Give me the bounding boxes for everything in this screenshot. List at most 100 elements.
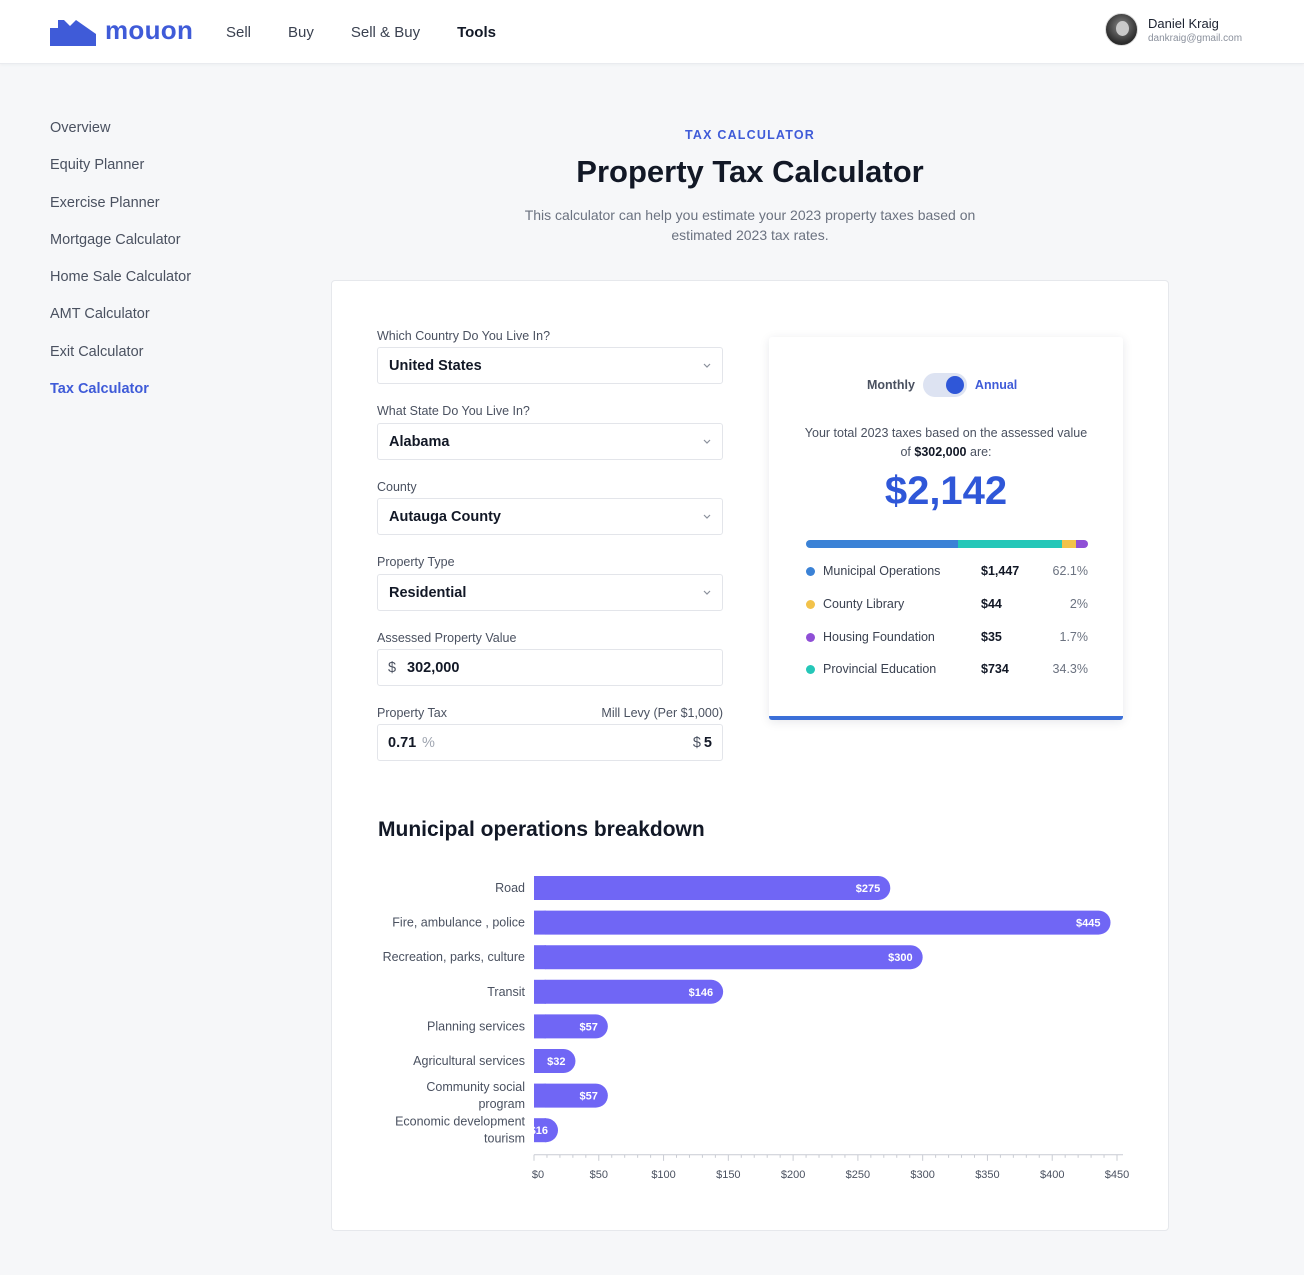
sidebar-item-exit-calculator[interactable]: Exit Calculator bbox=[50, 343, 191, 380]
chevron-down-icon bbox=[703, 363, 711, 368]
breakdown-percent: 2% bbox=[1069, 597, 1088, 611]
sidebar-item-tax-calculator[interactable]: Tax Calculator bbox=[50, 380, 191, 417]
monthly-label[interactable]: Monthly bbox=[867, 378, 915, 392]
bar[interactable] bbox=[534, 876, 891, 900]
breakdown-name: Housing Foundation bbox=[823, 630, 935, 644]
breakdown-row-municipal: Municipal Operations $1,447 62.1% bbox=[806, 563, 1088, 581]
nav-buy[interactable]: Buy bbox=[288, 24, 314, 41]
brand-logo[interactable]: mouon bbox=[50, 15, 193, 46]
bar-value-label: $16 bbox=[530, 1125, 548, 1137]
breakdown-amount: $44 bbox=[981, 597, 1002, 611]
result-desc-value: $302,000 bbox=[914, 445, 967, 459]
property-type-select[interactable]: Residential bbox=[377, 574, 723, 611]
country-label: Which Country Do You Live In? bbox=[377, 329, 551, 343]
x-tick-label: $150 bbox=[716, 1169, 740, 1181]
user-menu[interactable]: Daniel Kraig dankraig@gmail.com bbox=[1105, 13, 1242, 46]
breakdown-amount: $1,447 bbox=[981, 564, 1020, 578]
share-segment bbox=[957, 540, 1063, 548]
bar-value-label: $445 bbox=[1076, 918, 1100, 930]
assessed-value-label: Assessed Property Value bbox=[377, 631, 517, 645]
calculator-card: Which Country Do You Live In? United Sta… bbox=[331, 280, 1169, 1231]
breakdown-percent: 34.3% bbox=[1052, 662, 1088, 676]
state-value: Alabama bbox=[389, 434, 450, 450]
bar[interactable] bbox=[534, 945, 923, 970]
share-segment bbox=[806, 540, 958, 548]
property-type-label: Property Type bbox=[377, 555, 455, 569]
user-email: dankraig@gmail.com bbox=[1148, 32, 1243, 44]
breakdown-row-library: County Library $44 2% bbox=[806, 596, 1088, 614]
category-label: Community social program bbox=[426, 1080, 525, 1111]
property-tax-input[interactable]: 0.71 % $ 5 bbox=[377, 724, 723, 761]
bar-base bbox=[534, 910, 546, 935]
category-label: Road bbox=[495, 881, 525, 895]
county-select[interactable]: Autauga County bbox=[377, 498, 723, 535]
breakdown-row-education: Provincial Education $734 34.3% bbox=[806, 661, 1088, 679]
mill-levy-value: 5 bbox=[703, 735, 712, 751]
property-tax-label: Property Tax bbox=[377, 706, 447, 720]
sidebar-item-mortgage-calculator[interactable]: Mortgage Calculator bbox=[50, 231, 191, 268]
bar-value-label: $300 bbox=[888, 952, 912, 964]
country-value: United States bbox=[389, 358, 482, 374]
bar[interactable] bbox=[534, 910, 1111, 935]
breakdown-name: Municipal Operations bbox=[823, 564, 941, 578]
bar-value-label: $32 bbox=[547, 1056, 565, 1068]
x-tick-label: $100 bbox=[651, 1169, 675, 1181]
legend-dot bbox=[806, 665, 815, 674]
county-label: County bbox=[377, 480, 417, 494]
period-toggle[interactable] bbox=[922, 373, 967, 397]
page-title: Property Tax Calculator bbox=[576, 154, 924, 189]
share-segment bbox=[1075, 540, 1088, 548]
nav-tools[interactable]: Tools bbox=[457, 24, 496, 41]
x-tick-label: $300 bbox=[910, 1169, 934, 1181]
category-label: Recreation, parks, culture bbox=[383, 950, 525, 964]
sidebar-item-equity-planner[interactable]: Equity Planner bbox=[50, 156, 191, 193]
category-label: Agricultural services bbox=[413, 1054, 525, 1068]
tax-share-bar bbox=[806, 540, 1088, 548]
mill-levy-label: Mill Levy (Per $1,000) bbox=[601, 706, 723, 720]
sidebar-item-overview[interactable]: Overview bbox=[50, 119, 191, 156]
bar-base bbox=[534, 876, 546, 900]
share-segment bbox=[1062, 540, 1076, 548]
legend-dot bbox=[806, 600, 815, 609]
sidebar-item-home-sale-calculator[interactable]: Home Sale Calculator bbox=[50, 268, 191, 305]
bar-value-label: $57 bbox=[579, 1091, 597, 1103]
user-info: Daniel Kraig dankraig@gmail.com bbox=[1148, 16, 1242, 44]
breakdown-percent: 1.7% bbox=[1059, 630, 1089, 644]
bar-value-label: $146 bbox=[689, 987, 713, 999]
legend-dot bbox=[806, 567, 815, 576]
house-logo-icon bbox=[50, 19, 96, 46]
total-tax-amount: $2,142 bbox=[884, 469, 1008, 513]
country-select[interactable]: United States bbox=[377, 347, 723, 384]
x-tick-label: $350 bbox=[975, 1169, 999, 1181]
property-type-value: Residential bbox=[389, 585, 467, 601]
chart-title: Municipal operations breakdown bbox=[378, 818, 705, 841]
x-tick-label: $450 bbox=[1105, 1169, 1129, 1181]
sidebar-item-exercise-planner[interactable]: Exercise Planner bbox=[50, 194, 191, 231]
breakdown-name: Provincial Education bbox=[823, 662, 937, 676]
legend-dot bbox=[806, 633, 815, 642]
brand-name: mouon bbox=[105, 15, 194, 45]
county-value: Autauga County bbox=[389, 509, 501, 525]
assessed-value-input[interactable]: $ 302,000 bbox=[377, 649, 723, 686]
result-panel: Monthly Annual Your total 2023 taxes bas… bbox=[769, 337, 1123, 720]
sidebar-item-amt-calculator[interactable]: AMT Calculator bbox=[50, 305, 191, 342]
annual-label[interactable]: Annual bbox=[975, 378, 1017, 392]
nav-sell[interactable]: Sell bbox=[226, 24, 251, 41]
x-tick-label: $400 bbox=[1040, 1169, 1064, 1181]
state-select[interactable]: Alabama bbox=[377, 423, 723, 460]
period-toggle-row: Monthly Annual bbox=[867, 373, 1017, 397]
bar-base bbox=[534, 979, 546, 1004]
breakdown-percent: 62.1% bbox=[1052, 564, 1088, 578]
toggle-knob bbox=[945, 376, 964, 394]
nav-sell-and-buy[interactable]: Sell & Buy bbox=[351, 24, 420, 41]
user-name: Daniel Kraig bbox=[1148, 15, 1219, 31]
percent-unit: % bbox=[422, 735, 435, 751]
result-description: Your total 2023 taxes based on the asses… bbox=[799, 424, 1093, 462]
category-label: Transit bbox=[487, 985, 525, 999]
avatar[interactable] bbox=[1105, 13, 1138, 46]
x-tick-label: $250 bbox=[846, 1169, 870, 1181]
breakdown-row-housing: Housing Foundation $35 1.7% bbox=[806, 629, 1088, 647]
chevron-down-icon bbox=[703, 439, 711, 444]
category-label: Planning services bbox=[427, 1019, 525, 1033]
breakdown-name: County Library bbox=[823, 597, 905, 611]
